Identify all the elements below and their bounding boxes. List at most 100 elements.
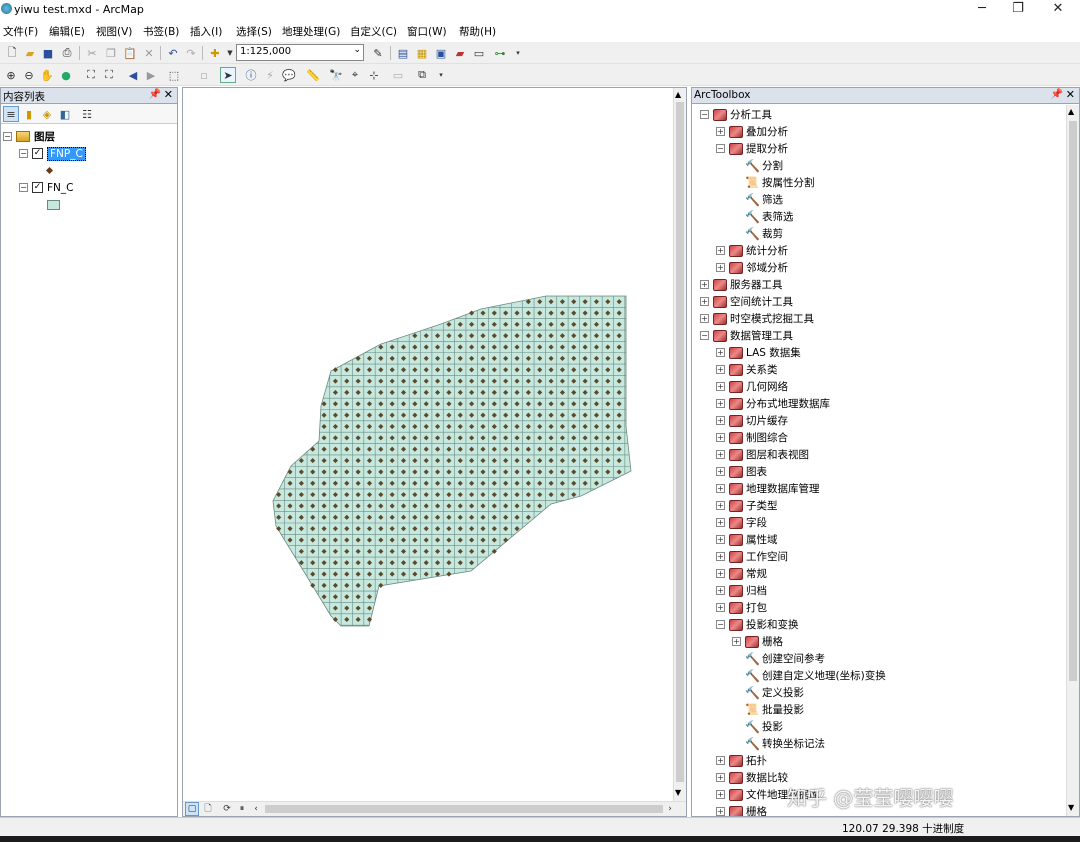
toolbox-item[interactable]: − 投影和变换 [716,616,799,633]
scroll-thumb[interactable] [1069,121,1077,681]
layer-symbol-fn-c[interactable] [3,196,175,213]
toolbar-options-icon[interactable]: ▾ [433,67,449,83]
modelbuilder-icon[interactable]: ⊶ [492,45,508,61]
catalog-window-icon[interactable]: ▦ [414,45,430,61]
toolbox-item[interactable]: 🔨 创建空间参考 [732,650,825,667]
scroll-left-icon[interactable]: ‹ [249,802,263,816]
create-viewer-icon[interactable]: ⧉ [414,67,430,83]
layer-symbol-fnp-c[interactable] [3,162,175,179]
toolbox-item[interactable]: + 时空模式挖掘工具 [700,310,814,327]
expand-icon[interactable]: + [716,484,725,493]
clear-selection-icon[interactable]: ▫ [196,67,212,83]
expand-icon[interactable]: + [716,365,725,374]
scroll-down-icon[interactable]: ▼ [1068,803,1074,812]
layer-visibility-checkbox[interactable]: ✓ [32,182,43,193]
toolbox-item[interactable]: 🔨 表筛选 [732,208,794,225]
toolbox-item[interactable]: 🔨 筛选 [732,191,783,208]
expand-icon[interactable]: + [716,416,725,425]
expand-icon[interactable]: + [700,280,709,289]
list-by-source-icon[interactable]: ▮ [21,106,37,122]
menu-edit[interactable]: 编辑(E) [49,24,85,39]
menu-view[interactable]: 视图(V) [96,24,132,39]
toc-window-icon[interactable]: ▤ [395,45,411,61]
scroll-up-icon[interactable]: ▲ [675,90,681,99]
expand-icon[interactable]: + [716,348,725,357]
toolbox-item[interactable]: 🔨 投影 [732,718,783,735]
maximize-button[interactable]: ❐ [998,0,1038,20]
toolbox-item[interactable]: − 分析工具 [700,106,772,123]
pin-icon[interactable]: 📌 [1051,89,1063,100]
layer-name-fnp-c[interactable]: FNP_C [47,146,86,161]
menu-file[interactable]: 文件(F) [3,24,38,39]
expand-icon[interactable]: + [716,790,725,799]
options-icon[interactable]: ☷ [79,106,95,122]
layer-row-fn-c[interactable]: − ✓ FN_C [3,179,175,196]
expand-icon[interactable]: + [700,297,709,306]
open-folder-icon[interactable]: ▰ [22,45,38,61]
collapse-icon[interactable]: − [700,110,709,119]
time-slider-icon[interactable]: ▭ [390,67,406,83]
full-extent-icon[interactable]: ● [58,67,74,83]
redo-icon[interactable]: ↷ [183,45,199,61]
collapse-icon[interactable]: − [3,132,12,141]
toolbox-item[interactable]: + 切片缓存 [716,412,788,429]
toolbox-item[interactable]: + 地理数据库管理 [716,480,820,497]
layer-row-fnp-c[interactable]: − ✓ FNP_C [3,145,175,162]
identify-icon[interactable]: ⓘ [243,67,259,83]
toolbox-item[interactable]: + 图表 [716,463,767,480]
toolbox-item[interactable]: + 制图综合 [716,429,788,446]
toolbox-item[interactable]: + 数据比较 [716,769,788,786]
toolbox-item[interactable]: + 叠加分析 [716,123,788,140]
menu-bookmarks[interactable]: 书签(B) [143,24,179,39]
toolbox-item[interactable]: 🔨 定义投影 [732,684,804,701]
expand-icon[interactable]: + [716,433,725,442]
toolbox-item[interactable]: − 提取分析 [716,140,788,157]
pause-drawing-icon[interactable]: ⏸ [235,802,249,816]
measure-icon[interactable]: 📏 [305,67,321,83]
find-route-icon[interactable]: ⌖ [347,67,363,83]
expand-icon[interactable]: + [716,552,725,561]
expand-icon[interactable]: + [716,127,725,136]
toolbox-item[interactable]: + 子类型 [716,497,778,514]
add-data-icon[interactable]: ✚ [207,45,223,61]
menu-geoprocessing[interactable]: 地理处理(G) [282,24,340,39]
toolbox-item[interactable]: + 字段 [716,514,767,531]
map-scale-select[interactable]: 1:125,000 ⌄ [236,44,364,61]
layers-root[interactable]: − 图层 [3,128,175,145]
horizontal-scroll-thumb[interactable] [265,805,663,813]
minimize-button[interactable]: ─ [962,0,1002,20]
collapse-icon[interactable]: − [19,149,28,158]
toolbox-vertical-scrollbar[interactable]: ▲ ▼ [1066,105,1079,816]
toolbox-item[interactable]: + 工作空间 [716,548,788,565]
toolbox-item[interactable]: 📜 批量投影 [732,701,804,718]
scroll-right-icon[interactable]: › [663,802,677,816]
expand-icon[interactable]: + [716,756,725,765]
python-window-icon[interactable]: ▭ [471,45,487,61]
expand-icon[interactable]: + [716,773,725,782]
expand-icon[interactable]: + [716,467,725,476]
arctoolbox-window-icon[interactable]: ▰ [452,45,468,61]
expand-icon[interactable]: + [716,246,725,255]
paste-icon[interactable]: 📋 [122,45,138,61]
toolbox-item[interactable]: − 数据管理工具 [700,327,793,344]
toolbox-item[interactable]: + 统计分析 [716,242,788,259]
expand-icon[interactable]: + [716,263,725,272]
toolbox-item[interactable]: 📜 按属性分割 [732,174,815,191]
expand-icon[interactable]: + [716,603,725,612]
menu-selection[interactable]: 选择(S) [236,24,272,39]
toolbox-item[interactable]: + 打包 [716,599,767,616]
fixed-zoom-in-icon[interactable]: ⛶ [83,67,99,83]
print-icon[interactable]: ⎙ [59,45,75,61]
collapse-icon[interactable]: − [716,620,725,629]
html-popup-icon[interactable]: 💬 [281,67,297,83]
toolbox-item[interactable]: + 几何网络 [716,378,788,395]
expand-icon[interactable]: + [716,569,725,578]
menu-windows[interactable]: 窗口(W) [407,24,447,39]
toolbox-item[interactable]: + 属性域 [716,531,778,548]
scroll-thumb[interactable] [676,102,684,782]
close-icon[interactable]: ✕ [164,88,173,101]
list-by-drawing-order-icon[interactable]: ≡ [3,106,19,122]
hyperlink-icon[interactable]: ⚡ [262,67,278,83]
toolbox-item[interactable]: + 空间统计工具 [700,293,793,310]
close-button[interactable]: ✕ [1038,0,1078,20]
